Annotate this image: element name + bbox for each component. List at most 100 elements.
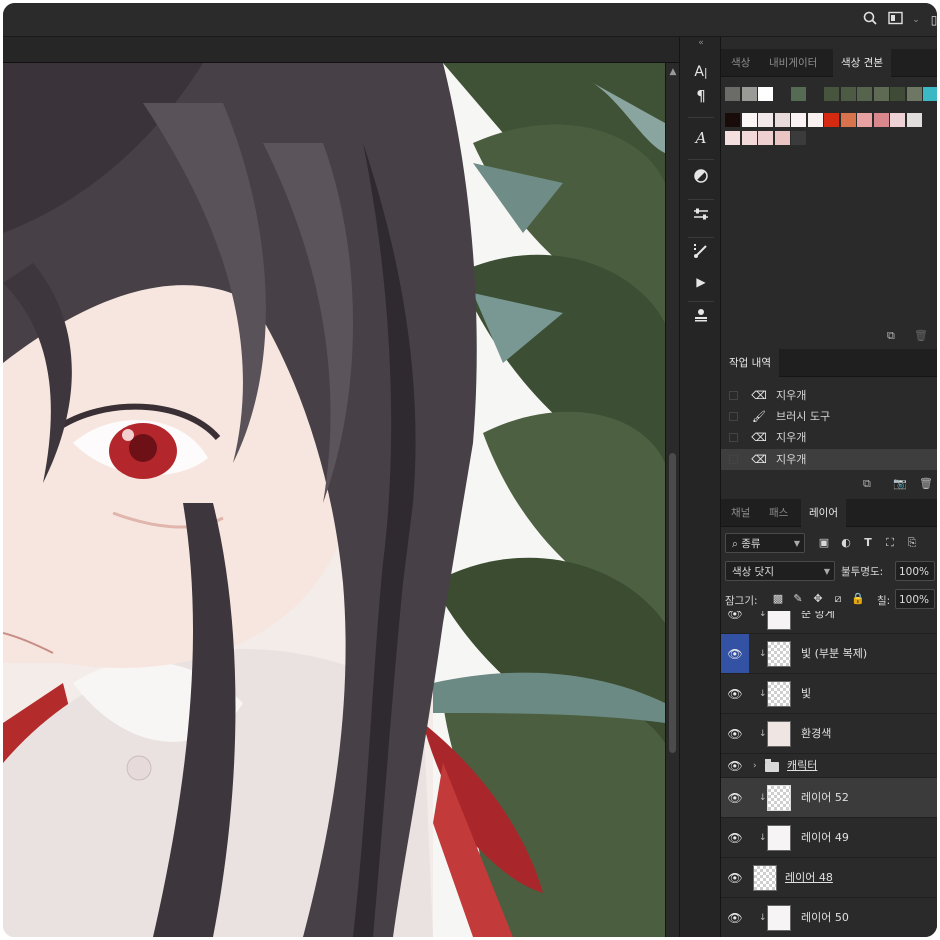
color-swatch[interactable] xyxy=(857,87,872,101)
snapshot-checkbox[interactable] xyxy=(729,412,738,421)
workspace-icon[interactable] xyxy=(887,11,905,29)
layer-row[interactable]: 👁 레이어 48 xyxy=(721,857,937,897)
new-document-from-state-icon[interactable]: ⧉ xyxy=(863,477,871,491)
color-swatch[interactable] xyxy=(774,113,790,127)
libraries-icon[interactable] xyxy=(686,305,716,331)
color-swatch[interactable] xyxy=(906,87,922,101)
delete-state-icon[interactable]: 🗑 xyxy=(919,477,933,490)
color-swatch[interactable] xyxy=(791,113,806,127)
adjustments-icon[interactable] xyxy=(686,165,716,191)
tab-channels[interactable]: 채널 xyxy=(723,499,758,527)
color-swatch[interactable] xyxy=(807,113,823,127)
chevron-down-icon[interactable]: ⌄ xyxy=(907,11,925,29)
expand-group-chevron-icon[interactable]: › xyxy=(753,754,761,778)
color-swatch[interactable] xyxy=(758,87,773,101)
color-swatch[interactable] xyxy=(791,87,806,101)
color-swatch[interactable] xyxy=(725,113,740,127)
opacity-input[interactable]: 100% xyxy=(895,561,935,581)
color-swatch[interactable] xyxy=(857,113,872,127)
color-swatch[interactable] xyxy=(758,113,773,127)
color-swatch[interactable] xyxy=(906,113,922,127)
properties-icon[interactable] xyxy=(686,203,716,229)
visibility-eye-icon[interactable]: 👁 xyxy=(721,714,749,754)
color-swatch[interactable] xyxy=(741,113,757,127)
brush-settings-icon[interactable] xyxy=(686,241,716,267)
color-swatch[interactable] xyxy=(890,87,905,101)
tab-navigator[interactable]: 내비게이터 xyxy=(761,49,825,77)
panel-toggle-icon[interactable]: ▯ xyxy=(925,11,937,29)
delete-swatch-icon[interactable]: 🗑 xyxy=(914,329,928,342)
snapshot-checkbox[interactable] xyxy=(729,433,738,442)
history-item[interactable]: ⌫ 지우개 xyxy=(721,385,937,406)
snapshot-checkbox[interactable] xyxy=(729,455,738,464)
layer-row[interactable]: 👁 ↓ 빛 xyxy=(721,673,937,713)
snapshot-checkbox[interactable] xyxy=(729,391,738,400)
visibility-eye-icon[interactable]: 👁 xyxy=(721,674,749,714)
color-swatch[interactable] xyxy=(840,87,856,101)
color-swatch[interactable] xyxy=(840,113,856,127)
history-item[interactable]: 🖌 브러시 도구 xyxy=(721,406,937,427)
visibility-eye-icon[interactable]: 👁 xyxy=(721,754,749,778)
visibility-eye-icon[interactable]: 👁 xyxy=(721,818,749,858)
paragraph-icon[interactable]: ¶ xyxy=(686,83,716,109)
color-swatch[interactable] xyxy=(725,131,740,145)
lock-position-icon[interactable]: ✥ xyxy=(811,589,825,609)
layer-row[interactable]: 👁 ↓ 빛 (부분 복제) xyxy=(721,633,937,674)
layer-row[interactable]: 👁 ↓ 레이어 50 xyxy=(721,897,937,937)
lock-artboard-icon[interactable]: ⧄ xyxy=(831,589,845,609)
visibility-eye-icon[interactable]: 👁 xyxy=(721,778,749,818)
color-swatch[interactable] xyxy=(890,113,905,127)
glyphs-icon[interactable]: A xyxy=(686,125,716,151)
tab-layers[interactable]: 레이어 xyxy=(801,499,846,527)
layer-filter-select[interactable]: ⌕ 종류 ▼ xyxy=(725,533,805,553)
color-swatch[interactable] xyxy=(725,87,740,101)
visibility-eye-icon[interactable]: 👁 xyxy=(721,858,749,898)
scroll-up-icon[interactable]: ▲ xyxy=(666,67,680,77)
color-swatch[interactable] xyxy=(873,87,889,101)
character-icon[interactable]: A| xyxy=(686,59,716,85)
document-canvas[interactable] xyxy=(3,63,665,937)
layer-group-row[interactable]: 👁 › 캐릭터 xyxy=(721,753,937,777)
fill-input[interactable]: 100% xyxy=(895,589,935,609)
color-swatch[interactable] xyxy=(824,87,839,101)
actions-icon[interactable]: ▶ xyxy=(686,269,716,295)
layer-row[interactable]: 👁 ↓ 환경색 xyxy=(721,713,937,753)
lock-all-icon[interactable]: 🔒 xyxy=(851,589,865,609)
color-swatch[interactable] xyxy=(807,87,823,101)
pixel-filter-icon[interactable]: ▣ xyxy=(817,533,831,553)
scrollbar-thumb[interactable] xyxy=(669,453,676,753)
search-icon[interactable] xyxy=(861,11,879,29)
layer-row[interactable]: 👁 ↓ 레이어 49 xyxy=(721,817,937,857)
camera-icon[interactable]: 📷 xyxy=(893,477,907,490)
new-swatch-icon[interactable]: ⧉ xyxy=(887,329,895,343)
history-item[interactable]: ⌫ 지우개 xyxy=(721,427,937,448)
vertical-scrollbar[interactable]: ▲ xyxy=(665,63,679,937)
tab-color[interactable]: 색상 xyxy=(723,49,758,77)
collapse-panels-icon[interactable]: « xyxy=(680,37,722,49)
lock-transparent-icon[interactable]: ▩ xyxy=(771,589,785,609)
visibility-eye-icon[interactable]: 👁 xyxy=(721,898,749,937)
blend-mode-select[interactable]: 색상 닷지 ▼ xyxy=(725,561,835,581)
visibility-eye-icon[interactable]: 👁 xyxy=(721,634,749,674)
color-swatch[interactable] xyxy=(741,87,757,101)
adjustment-filter-icon[interactable]: ◐ xyxy=(839,533,853,553)
color-swatch[interactable] xyxy=(741,131,757,145)
color-swatch[interactable] xyxy=(791,131,806,145)
color-swatch[interactable] xyxy=(758,131,773,145)
tab-paths[interactable]: 패스 xyxy=(761,499,796,527)
smart-object-filter-icon[interactable]: ⎘ xyxy=(905,533,919,553)
lock-image-icon[interactable]: ✎ xyxy=(791,589,805,609)
layer-name: 레이어 50 xyxy=(801,911,849,924)
color-swatch[interactable] xyxy=(774,87,790,101)
layer-row-selected[interactable]: 👁 ↓ 레이어 52 xyxy=(721,777,937,817)
color-swatch[interactable] xyxy=(824,113,839,127)
layer-row[interactable]: 👁 ↓ 순 방게 xyxy=(721,611,937,631)
type-filter-icon[interactable]: T xyxy=(861,533,875,553)
color-swatch[interactable] xyxy=(923,87,937,101)
history-item-current[interactable]: ⌫ 지우개 xyxy=(721,449,937,470)
tab-history[interactable]: 작업 내역 xyxy=(721,349,779,377)
shape-filter-icon[interactable]: ⛶ xyxy=(883,533,897,553)
color-swatch[interactable] xyxy=(774,131,790,145)
tab-swatches[interactable]: 색상 견본 xyxy=(833,49,891,77)
color-swatch[interactable] xyxy=(873,113,889,127)
